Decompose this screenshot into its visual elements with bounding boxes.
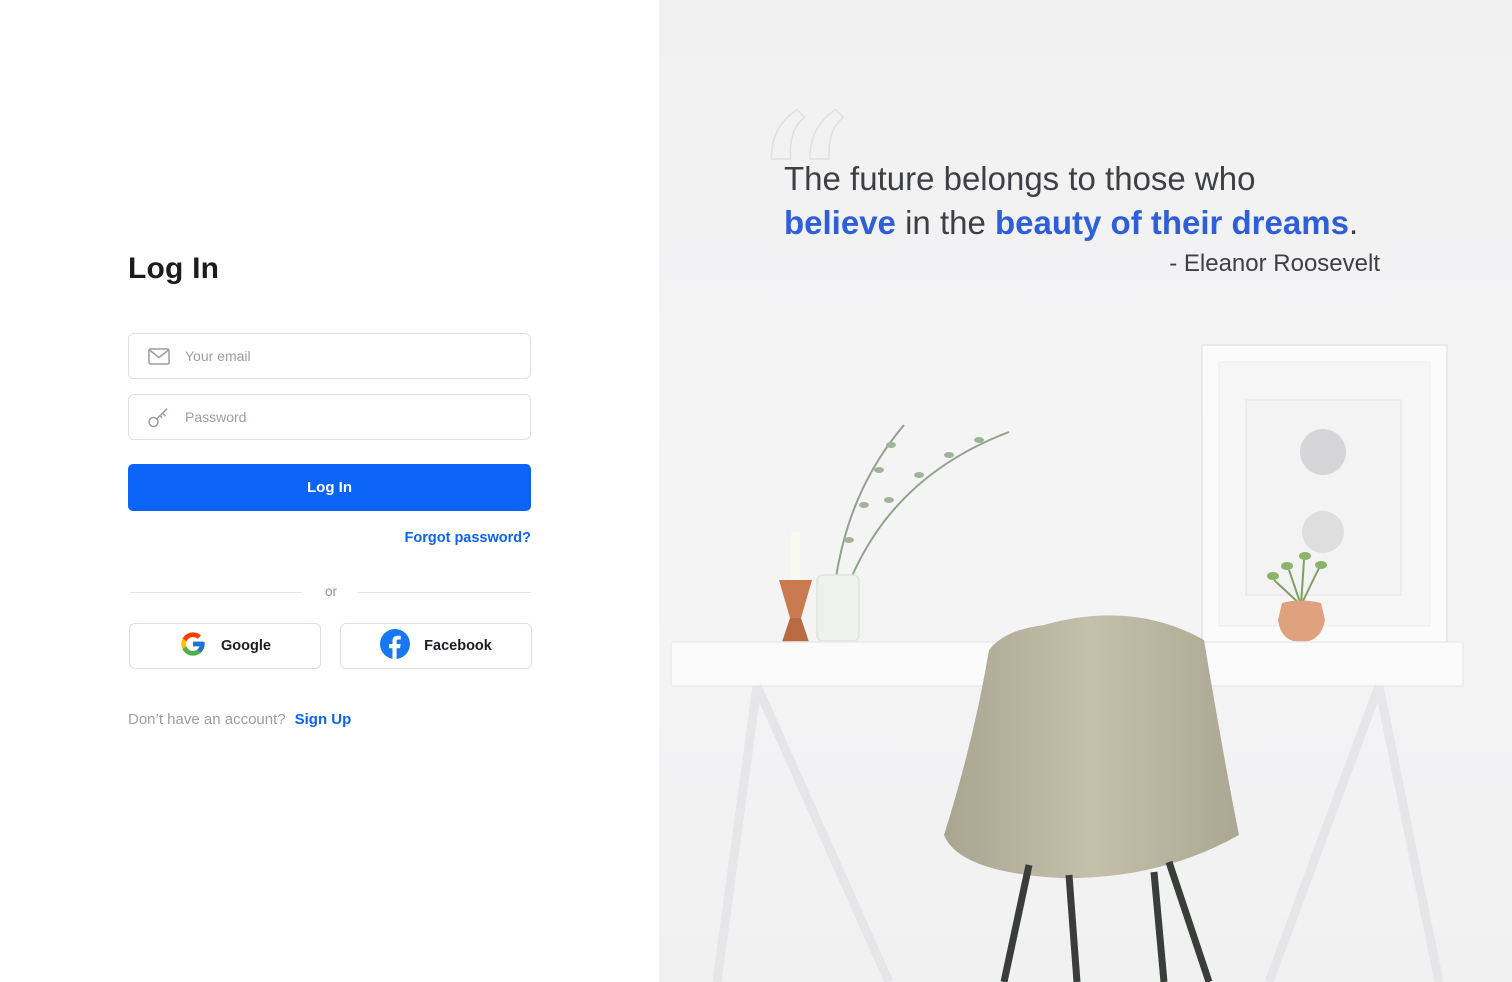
password-input[interactable]: [185, 409, 505, 425]
facebook-label: Facebook: [424, 638, 492, 654]
signup-link[interactable]: Sign Up: [295, 711, 352, 728]
quote-period: .: [1348, 204, 1359, 241]
google-label: Google: [221, 638, 271, 654]
signup-prompt: Don’t have an account? Sign Up: [128, 711, 351, 728]
quote-middle-text: in the: [895, 204, 995, 241]
key-icon: [147, 405, 171, 429]
quote-line-1: The future belongs to those who: [784, 160, 1256, 197]
quote-line-2: believe in the beauty of their dreams.: [784, 204, 1358, 242]
google-icon: [179, 630, 207, 663]
google-login-button[interactable]: Google: [129, 623, 321, 669]
password-field[interactable]: [128, 394, 531, 440]
divider-left: [130, 592, 303, 593]
forgot-password-link[interactable]: Forgot password?: [405, 530, 531, 546]
mail-icon: [147, 344, 171, 368]
quote-highlight-believe: believe: [784, 204, 896, 241]
email-field[interactable]: [128, 333, 531, 379]
no-account-text: Don’t have an account?: [128, 711, 286, 728]
email-input[interactable]: [185, 348, 505, 364]
quote-author: - Eleanor Roosevelt: [1169, 250, 1380, 277]
hero-panel: “ The future belongs to those who believ…: [659, 0, 1512, 982]
divider-right: [358, 592, 531, 593]
divider-or: or: [324, 584, 337, 599]
login-button[interactable]: Log In: [128, 464, 531, 511]
login-panel: Log In Log In Forgot password? or: [0, 0, 659, 982]
page-title: Log In: [128, 252, 220, 285]
facebook-icon: [380, 628, 411, 664]
quote-highlight-beauty: beauty of their dreams: [995, 204, 1349, 241]
facebook-login-button[interactable]: Facebook: [340, 623, 532, 669]
